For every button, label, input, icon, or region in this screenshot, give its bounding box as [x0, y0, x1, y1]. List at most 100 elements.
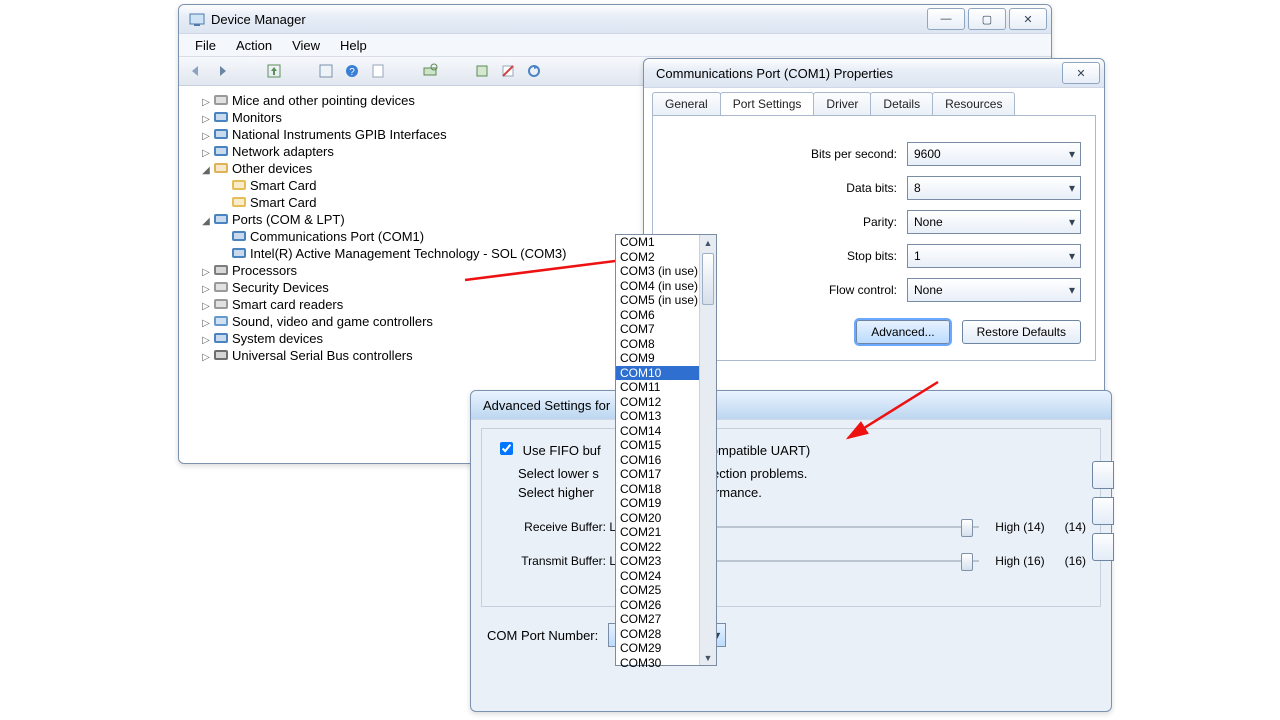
scan-icon[interactable]	[419, 60, 441, 82]
parity-dropdown[interactable]: None	[907, 210, 1081, 234]
lower-hint: Select lower s	[518, 466, 599, 481]
close-button[interactable]: ✕	[1009, 8, 1047, 30]
help-icon[interactable]: ?	[341, 60, 363, 82]
tree-label: Mice and other pointing devices	[232, 93, 415, 108]
expand-icon[interactable]: ▷	[201, 114, 211, 125]
forward-icon[interactable]	[211, 60, 233, 82]
expand-icon[interactable]: ▷	[201, 335, 211, 346]
tree-label: Other devices	[232, 161, 312, 176]
scroll-down-icon[interactable]: ▼	[700, 650, 716, 665]
reader-icon	[213, 297, 229, 311]
menu-file[interactable]: File	[185, 36, 226, 55]
databits-dropdown[interactable]: 8	[907, 176, 1081, 200]
fifo-label: Use FIFO buf	[523, 443, 601, 458]
net-icon	[213, 144, 229, 158]
tab-details[interactable]: Details	[870, 92, 933, 115]
tree-label: System devices	[232, 331, 323, 346]
expand-icon[interactable]	[219, 199, 229, 210]
properties-close-button[interactable]: ✕	[1062, 62, 1100, 84]
warn-icon	[231, 195, 247, 209]
tree-label: Communications Port (COM1)	[250, 229, 424, 244]
cancel-button-partial[interactable]	[1092, 497, 1114, 525]
fifo-tail: compatible UART)	[704, 443, 810, 458]
ok-button-partial[interactable]	[1092, 461, 1114, 489]
advanced-button[interactable]: Advanced...	[856, 320, 949, 344]
menu-help[interactable]: Help	[330, 36, 377, 55]
tree-label: Security Devices	[232, 280, 329, 295]
scrollbar-thumb[interactable]	[702, 253, 714, 305]
tree-label: Ports (COM & LPT)	[232, 212, 345, 227]
flow-dropdown[interactable]: None	[907, 278, 1081, 302]
expand-icon[interactable]	[219, 233, 229, 244]
expand-icon[interactable]	[219, 250, 229, 261]
advanced-title: Advanced Settings for	[475, 398, 1107, 413]
dropdown-scrollbar[interactable]: ▲ ▼	[699, 235, 716, 665]
update-icon[interactable]	[523, 60, 545, 82]
expand-icon[interactable]: ▷	[201, 318, 211, 329]
svg-text:?: ?	[349, 67, 355, 78]
expand-icon[interactable]: ▷	[201, 284, 211, 295]
com-port-number-label: COM Port Number:	[487, 628, 598, 643]
transmit-value: (16)	[1065, 554, 1086, 568]
bps-label: Bits per second:	[811, 147, 897, 161]
back-icon[interactable]	[185, 60, 207, 82]
fifo-checkbox[interactable]	[500, 442, 513, 455]
expand-icon[interactable]: ▷	[201, 97, 211, 108]
tree-label: Smart card readers	[232, 297, 343, 312]
stopbits-dropdown[interactable]: 1	[907, 244, 1081, 268]
expand-icon[interactable]: ▷	[201, 131, 211, 142]
port-settings-panel: Bits per second:9600 Data bits:8 Parity:…	[652, 115, 1096, 361]
tab-port-settings[interactable]: Port Settings	[720, 92, 815, 115]
expand-icon[interactable]: ◢	[201, 216, 211, 227]
receive-high-label: High (14)	[995, 520, 1044, 534]
tree-label: Network adapters	[232, 144, 334, 159]
tree-label: Processors	[232, 263, 297, 278]
maximize-button[interactable]: ▢	[968, 8, 1006, 30]
titlebar[interactable]: Device Manager — ▢ ✕	[179, 5, 1051, 34]
tab-resources[interactable]: Resources	[932, 92, 1015, 115]
up-icon[interactable]	[263, 60, 285, 82]
expand-icon[interactable]: ◢	[201, 165, 211, 176]
defaults-button-partial[interactable]	[1092, 533, 1114, 561]
tree-label: Universal Serial Bus controllers	[232, 348, 413, 363]
menu-action[interactable]: Action	[226, 36, 282, 55]
tree-label: National Instruments GPIB Interfaces	[232, 127, 447, 142]
mouse-icon	[213, 93, 229, 107]
restore-defaults-button[interactable]: Restore Defaults	[962, 320, 1081, 344]
other-icon	[213, 161, 229, 175]
advanced-settings-window: Advanced Settings for Use FIFO buf compa…	[470, 390, 1112, 712]
com-port-dropdown-list[interactable]: COM1COM2COM3 (in use)COM4 (in use)COM5 (…	[615, 234, 717, 666]
properties-icon[interactable]	[315, 60, 337, 82]
cpu-icon	[213, 263, 229, 277]
expand-icon[interactable]	[219, 182, 229, 193]
transmit-high-label: High (16)	[995, 554, 1044, 568]
usb-icon	[213, 348, 229, 362]
tab-general[interactable]: General	[652, 92, 721, 115]
expand-icon[interactable]: ▷	[201, 148, 211, 159]
advanced-titlebar[interactable]: Advanced Settings for	[471, 391, 1111, 420]
transmit-buffer-label: Transmit Buffer: L	[496, 554, 616, 568]
expand-icon[interactable]: ▷	[201, 267, 211, 278]
expand-icon[interactable]: ▷	[201, 352, 211, 363]
databits-label: Data bits:	[846, 181, 897, 195]
minimize-button[interactable]: —	[927, 8, 965, 30]
properties-titlebar[interactable]: Communications Port (COM1) Properties ✕	[644, 59, 1104, 88]
menu-bar: File Action View Help	[179, 34, 1051, 57]
tree-label: Monitors	[232, 110, 282, 125]
expand-icon[interactable]: ▷	[201, 301, 211, 312]
disable-icon[interactable]	[497, 60, 519, 82]
enable-icon[interactable]	[471, 60, 493, 82]
sec-icon	[213, 280, 229, 294]
tab-driver[interactable]: Driver	[813, 92, 871, 115]
sound-icon	[213, 314, 229, 328]
port-icon	[213, 212, 229, 226]
bps-dropdown[interactable]: 9600	[907, 142, 1081, 166]
receive-value: (14)	[1065, 520, 1086, 534]
higher-hint: Select higher	[518, 485, 594, 500]
sheet-icon[interactable]	[367, 60, 389, 82]
scroll-up-icon[interactable]: ▲	[700, 235, 716, 250]
tab-row: GeneralPort SettingsDriverDetailsResourc…	[644, 88, 1104, 115]
tree-label: Smart Card	[250, 195, 316, 210]
tree-label: Intel(R) Active Management Technology - …	[250, 246, 566, 261]
menu-view[interactable]: View	[282, 36, 330, 55]
